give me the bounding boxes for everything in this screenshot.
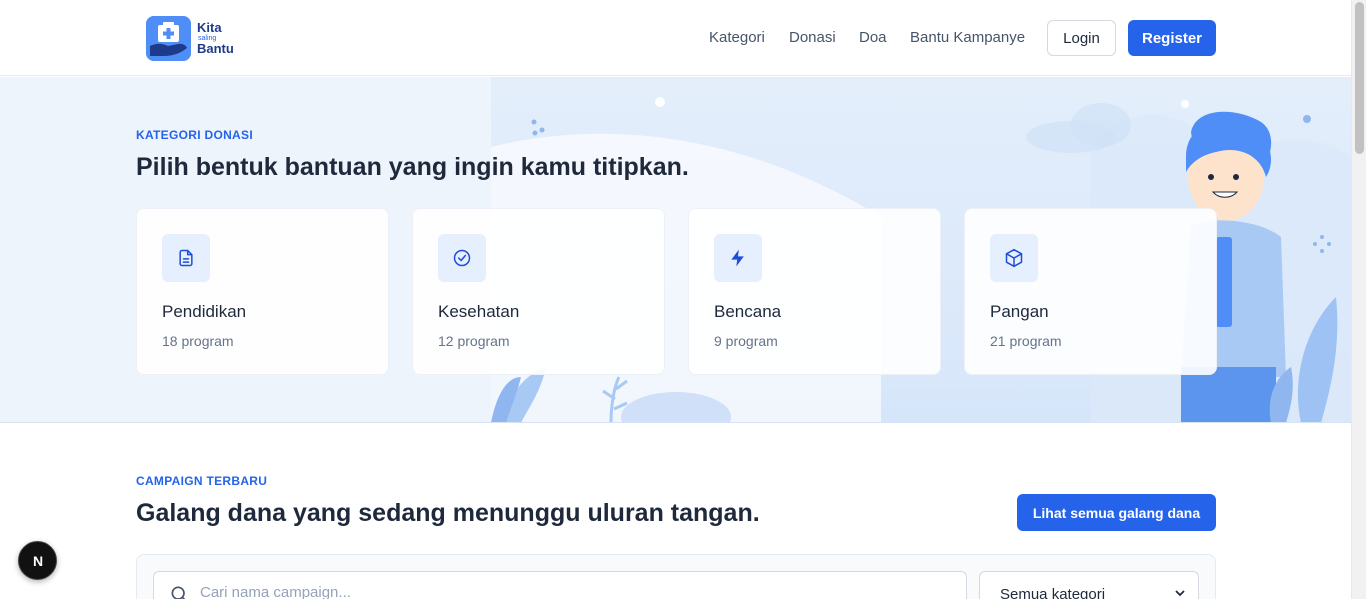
category-name: Pendidikan <box>162 302 247 321</box>
nextjs-logo-icon: N <box>32 553 42 569</box>
category-card-pangan[interactable]: Pangan 21 program <box>964 208 1217 375</box>
search-icon <box>169 584 189 599</box>
category-name: Pangan <box>990 302 1049 321</box>
page-scrollbar[interactable] <box>1351 0 1366 599</box>
logo-icon <box>146 15 191 61</box>
box-icon <box>990 234 1038 282</box>
logo[interactable]: Kita saling Bantu <box>146 15 238 61</box>
chevron-down-icon <box>1174 586 1186 599</box>
campaign-eyebrow: CAMPAIGN TERBARU <box>136 474 268 488</box>
category-count: 18 program <box>162 333 234 349</box>
category-title: Pilih bentuk bantuan yang ingin kamu tit… <box>136 153 689 181</box>
category-filter-value: Semua kategori <box>1000 586 1106 599</box>
category-card-kesehatan[interactable]: Kesehatan 12 program <box>412 208 665 375</box>
category-name: Kesehatan <box>438 302 520 321</box>
logo-text-kita: Kita <box>197 20 222 35</box>
scrollbar-thumb[interactable] <box>1355 2 1364 154</box>
category-filter-select[interactable]: Semua kategori <box>979 571 1199 599</box>
search-input[interactable] <box>200 584 900 599</box>
nav-donasi[interactable]: Donasi <box>789 29 836 46</box>
see-all-campaigns-button[interactable]: Lihat semua galang dana <box>1017 494 1216 531</box>
search-field[interactable] <box>153 571 967 599</box>
category-name: Bencana <box>714 302 782 321</box>
campaign-title: Galang dana yang sedang menunggu uluran … <box>136 499 760 527</box>
category-count: 21 program <box>990 333 1062 349</box>
category-count: 9 program <box>714 333 778 349</box>
nav-bantu-kampanye[interactable]: Bantu Kampanye <box>910 29 1025 46</box>
lightning-icon <box>714 234 762 282</box>
category-count: 12 program <box>438 333 510 349</box>
login-button[interactable]: Login <box>1047 20 1116 56</box>
register-button[interactable]: Register <box>1128 20 1216 56</box>
category-card-bencana[interactable]: Bencana 9 program <box>688 208 941 375</box>
dev-badge-letter: N <box>32 553 42 569</box>
top-navbar: Kita saling Bantu Kategori Donasi Doa Ba… <box>0 0 1351 76</box>
check-circle-icon <box>438 234 486 282</box>
nextjs-dev-badge[interactable]: N <box>18 541 57 580</box>
document-icon <box>162 234 210 282</box>
nav-doa[interactable]: Doa <box>859 29 887 46</box>
category-card-pendidikan[interactable]: Pendidikan 18 program <box>136 208 389 375</box>
logo-text-bantu: Bantu <box>197 41 234 56</box>
category-eyebrow: KATEGORI DONASI <box>136 128 253 142</box>
nav-kategori[interactable]: Kategori <box>709 29 765 46</box>
